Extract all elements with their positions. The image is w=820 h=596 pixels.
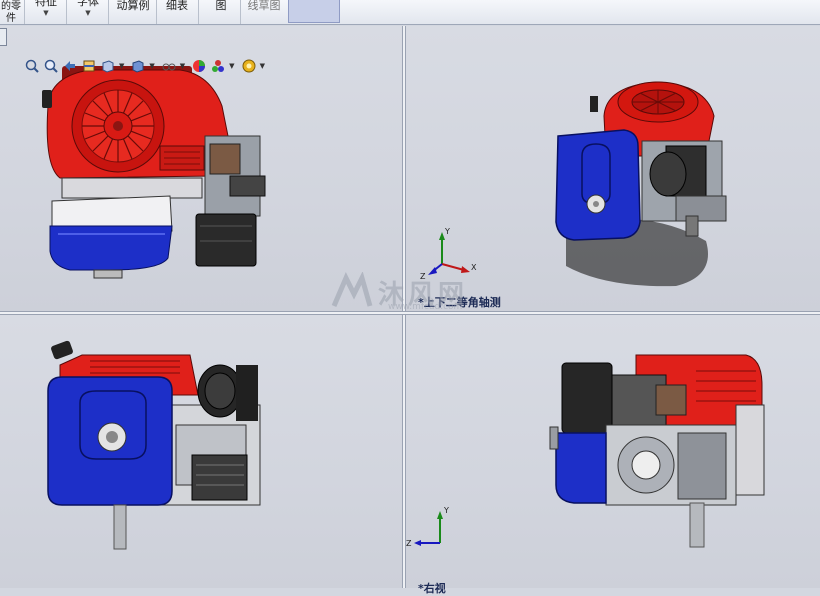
chevron-down-icon[interactable]: ▼ [74,8,102,19]
watermark-logo [331,272,373,307]
view-settings-icon[interactable] [241,58,257,74]
ribbon-button-font[interactable]: 字体 ▼ [74,0,102,20]
ribbon-separator [156,0,157,24]
ribbon-label-font: 字体 [77,0,99,8]
ribbon-label-part: 的零 件 [1,1,21,24]
triad-y-label: Y [444,227,450,236]
ribbon-separator [24,0,25,24]
ribbon-button-sketch[interactable]: 线草图 [244,0,284,24]
view-orientation-icon[interactable] [100,58,116,74]
display-style-icon[interactable] [130,58,146,74]
chevron-down-icon[interactable]: ▼ [119,62,124,70]
ribbon-button-bom[interactable]: 细表 [162,0,192,24]
command-manager-ribbon: 的零 件 特征 ▼ 字体 ▼ 动算例 细表 图 线草图 [0,0,820,25]
ribbon-button-features[interactable]: 特征 ▼ [32,0,60,20]
ribbon-button-study[interactable]: 动算例 [114,0,152,24]
ribbon-label-bom: 细表 [166,0,188,12]
viewport-bottom-left[interactable] [0,315,402,588]
ribbon-label-study: 动算例 [116,0,150,12]
ribbon-active-tab[interactable] [288,0,340,23]
ribbon-separator [198,0,199,24]
view-triad: Y Z [406,506,449,548]
section-view-icon[interactable] [81,58,97,74]
previous-view-icon[interactable] [62,58,78,74]
ribbon-separator [108,0,109,24]
triad-z-label: Z [406,539,412,548]
ribbon-separator [66,0,67,24]
engine-model-left-view [47,340,261,550]
watermark: 沐风网 www.mfcad.com [330,272,520,316]
ribbon-button-part[interactable]: 的零 件 [0,0,22,24]
apply-scene-icon[interactable] [210,58,226,74]
viewport-bottom-right[interactable]: Y Z *右视 [406,315,820,595]
ribbon-label-drawing: 图 [215,0,227,12]
triad-x-label: X [471,263,477,272]
panel-collapse-handle[interactable] [0,28,7,46]
edit-appearance-icon[interactable] [191,58,207,74]
watermark-url: www.mfcad.com [388,302,463,312]
viewport-top-right[interactable]: Y X Z *上下二等角轴测 [406,26,820,311]
ribbon-label-features: 特征 [35,0,57,8]
view-name-label: *右视 [418,582,446,595]
chevron-down-icon[interactable]: ▼ [180,62,185,70]
ribbon-button-drawing[interactable]: 图 [208,0,234,24]
engine-model-right-view [549,354,765,548]
ribbon-label-sketch: 线草图 [247,0,281,12]
hide-show-items-icon[interactable] [161,58,177,74]
ribbon-separator [240,0,241,24]
zoom-to-fit-icon[interactable] [24,58,40,74]
triad-y-label: Y [443,506,449,515]
chevron-down-icon[interactable]: ▼ [229,62,234,70]
chevron-down-icon[interactable]: ▼ [260,62,265,70]
zoom-to-area-icon[interactable] [43,58,59,74]
heads-up-view-toolbar: ▼ ▼ ▼ ▼ ▼ [24,56,268,76]
viewport-top-left[interactable]: ▼ ▼ ▼ ▼ ▼ [0,26,402,311]
chevron-down-icon[interactable]: ▼ [32,8,60,19]
chevron-down-icon[interactable]: ▼ [149,62,154,70]
